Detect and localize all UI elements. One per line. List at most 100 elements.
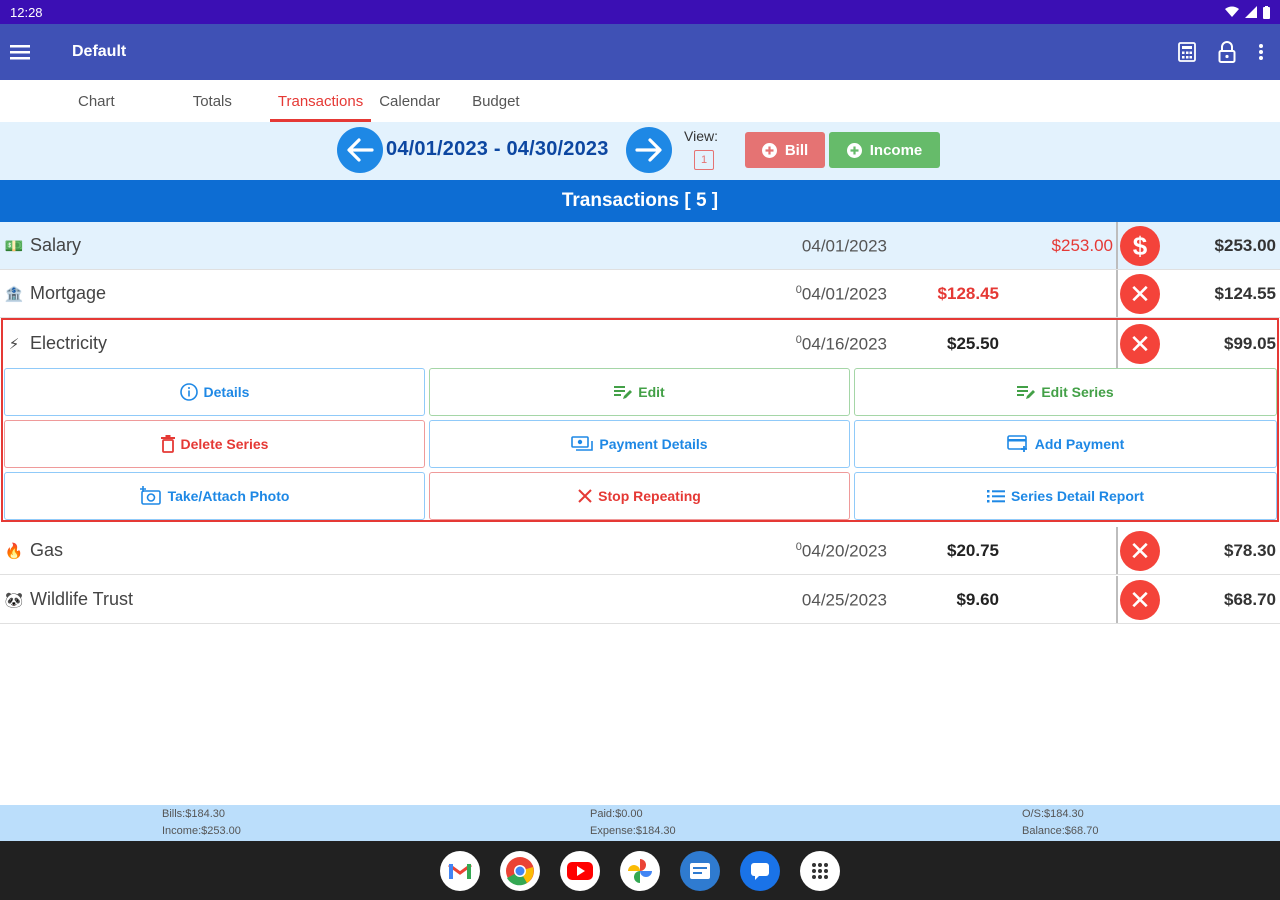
unpaid-status-icon[interactable]: ✕	[1120, 580, 1160, 620]
status-time: 12:28	[10, 4, 43, 20]
transaction-income-amount: $253.00	[1051, 236, 1113, 255]
next-period-button[interactable]	[626, 127, 672, 173]
tab-totals[interactable]: Totals	[185, 80, 240, 122]
trash-icon	[160, 435, 175, 453]
messages-icon[interactable]	[740, 850, 780, 891]
footer-outstanding: O/S:$184.30	[1022, 808, 1084, 820]
footer-balance: Balance:$68.70	[1022, 825, 1099, 837]
stop-repeating-button[interactable]: Stop Repeating	[429, 472, 850, 520]
lock-icon[interactable]	[1218, 41, 1236, 63]
transaction-name: Salary	[30, 235, 82, 255]
transaction-action-grid: Details Edit Edit Series Delete Series P…	[4, 368, 1277, 520]
footer-paid: Paid:$0.00	[590, 808, 643, 820]
column-divider	[1116, 270, 1118, 317]
add-income-button[interactable]: Income	[829, 132, 940, 168]
transaction-row-mortgage[interactable]: 🏦 Mortgage 004/01/2023 $128.45 ✕ $124.55	[0, 270, 1280, 318]
app-title: Default	[72, 43, 127, 60]
transaction-name: Electricity	[30, 333, 108, 353]
footer-expense: Expense:$184.30	[590, 825, 676, 837]
dollar-status-icon[interactable]: $	[1120, 226, 1160, 266]
take-photo-button[interactable]: Take/Attach Photo	[4, 472, 425, 520]
wifi-icon	[1225, 6, 1239, 17]
lightning-icon: ⚡	[8, 335, 20, 353]
unpaid-status-icon[interactable]: ✕	[1120, 531, 1160, 571]
add-bill-label: Bill	[784, 141, 809, 159]
bank-icon: 🏦	[4, 285, 24, 303]
tab-budget[interactable]: Budget	[464, 80, 528, 122]
footer-bills: Bills:$184.30	[162, 808, 225, 820]
transaction-date: 004/20/2023	[796, 541, 887, 562]
running-balance: $68.70	[1224, 590, 1276, 609]
details-button[interactable]: Details	[4, 368, 425, 416]
transactions-header: Transactions [ 5 ]	[0, 180, 1280, 222]
view-toggle[interactable]: 1	[694, 150, 714, 170]
series-report-button[interactable]: Series Detail Report	[854, 472, 1277, 520]
running-balance: $99.05	[1224, 334, 1276, 353]
column-divider	[1116, 576, 1118, 623]
edit-button[interactable]: Edit	[429, 368, 850, 416]
transaction-row-salary[interactable]: 💵 Salary 04/01/2023 $253.00 $ $253.00	[0, 222, 1280, 270]
column-divider	[1116, 222, 1118, 269]
delete-series-label: Delete Series	[180, 436, 269, 452]
tab-bar: Chart Totals Transactions Calendar Budge…	[0, 80, 1280, 122]
unpaid-status-icon[interactable]: ✕	[1120, 274, 1160, 314]
delete-series-button[interactable]: Delete Series	[4, 420, 425, 468]
transaction-name: Gas	[30, 540, 64, 560]
transaction-row-electricity[interactable]: ⚡ Electricity 004/16/2023 $25.50 ✕ $99.0…	[3, 320, 1277, 368]
summary-footer: Bills:$184.30 Income:$253.00 Paid:$0.00 …	[0, 805, 1280, 841]
stop-repeating-label: Stop Repeating	[598, 488, 701, 504]
add-bill-button[interactable]: Bill	[745, 132, 825, 168]
transaction-name: Wildlife Trust	[30, 589, 134, 609]
payment-details-button[interactable]: Payment Details	[429, 420, 850, 468]
transaction-row-gas[interactable]: 🔥 Gas 004/20/2023 $20.75 ✕ $78.30	[0, 527, 1280, 575]
signal-icon	[1245, 6, 1257, 18]
calculator-icon[interactable]	[1178, 42, 1196, 62]
add-payment-button[interactable]: Add Payment	[854, 420, 1277, 468]
unpaid-status-icon[interactable]: ✕	[1120, 324, 1160, 364]
transaction-expense-amount: $20.75	[947, 541, 999, 560]
transaction-date: 04/25/2023	[802, 590, 887, 611]
transaction-date: 004/01/2023	[796, 284, 887, 305]
transaction-row-wildlife-trust[interactable]: 🐼 Wildlife Trust 04/25/2023 $9.60 ✕ $68.…	[0, 576, 1280, 624]
transaction-date-text: 04/16/2023	[801, 334, 887, 354]
list-icon	[986, 490, 1005, 503]
menu-icon[interactable]	[4, 36, 36, 68]
more-vert-icon[interactable]	[1258, 43, 1264, 61]
transaction-expense-amount: $9.60	[956, 590, 999, 609]
edit-series-button[interactable]: Edit Series	[854, 368, 1277, 416]
column-divider	[1116, 320, 1118, 368]
column-divider	[1116, 527, 1118, 574]
app-launcher-icon[interactable]	[800, 850, 840, 891]
close-icon	[578, 489, 592, 503]
arrow-right-icon	[635, 138, 662, 162]
transaction-name-cell: ⚡ Electricity	[4, 333, 107, 354]
date-range[interactable]: 04/01/2023 - 04/30/2023	[386, 138, 609, 161]
previous-period-button[interactable]	[337, 127, 383, 173]
transaction-date-text: 04/25/2023	[801, 590, 887, 610]
youtube-icon[interactable]	[560, 850, 600, 891]
edit-list-icon	[1017, 386, 1036, 399]
transaction-expense-amount: $128.45	[937, 284, 999, 303]
app-bar-actions	[1178, 41, 1264, 63]
tab-chart[interactable]: Chart	[70, 80, 123, 122]
status-bar: 12:28	[0, 0, 1280, 24]
date-navigation: 04/01/2023 - 04/30/2023 View: 1 Bill Inc…	[0, 122, 1280, 180]
tab-transactions[interactable]: Transactions	[269, 80, 372, 122]
transaction-date-text: 04/01/2023	[801, 236, 887, 256]
edit-label: Edit	[638, 384, 665, 400]
series-report-label: Series Detail Report	[1010, 488, 1145, 504]
app-bar: Default	[0, 24, 1280, 80]
chrome-icon[interactable]	[500, 850, 540, 891]
add-circle-icon	[761, 142, 777, 158]
bills-app-icon[interactable]	[680, 850, 720, 891]
app-screen: 12:28 Default Chart Totals Transactions …	[0, 0, 1280, 900]
details-label: Details	[203, 384, 250, 400]
gmail-icon[interactable]	[440, 850, 480, 891]
tab-calendar[interactable]: Calendar	[371, 80, 448, 122]
take-photo-label: Take/Attach Photo	[167, 488, 290, 504]
photos-icon[interactable]	[620, 850, 660, 891]
view-label: View:	[684, 128, 718, 144]
info-icon	[179, 383, 198, 401]
running-balance: $253.00	[1214, 236, 1276, 255]
add-income-label: Income	[869, 141, 923, 159]
